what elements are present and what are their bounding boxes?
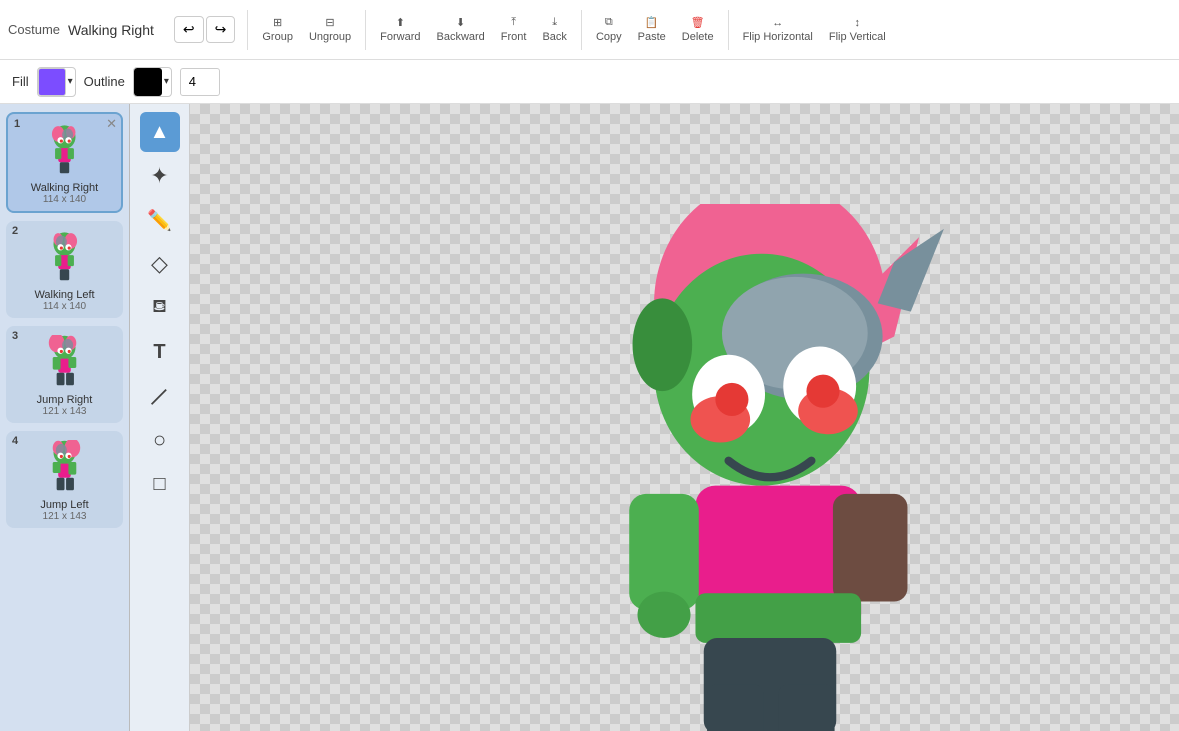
costume-name-1: Walking Right	[31, 182, 98, 194]
select-tool-button[interactable]: ▲	[140, 112, 180, 152]
costume-item-3[interactable]: 3 Jump Right	[6, 326, 123, 423]
backward-button[interactable]: ⬇ Backward	[430, 12, 490, 47]
back-icon: ⤓	[552, 16, 557, 29]
front-button[interactable]: ⤒ Front	[495, 12, 533, 47]
circle-tool-button[interactable]: ○	[140, 420, 180, 460]
fill-icon: ⛾	[152, 296, 167, 320]
paste-icon: 📋	[645, 16, 659, 29]
back-label: Back	[542, 31, 566, 43]
main-area: 1 ✕ Walking R	[0, 104, 1179, 731]
fill-label: Fill	[12, 74, 29, 89]
eraser-tool-button[interactable]: ◇	[140, 244, 180, 284]
sep1	[247, 10, 248, 50]
outline-width-input[interactable]	[180, 68, 220, 96]
sprite-container	[580, 204, 960, 731]
costume-size-4: 121 x 143	[43, 511, 87, 522]
flip-h-label: Flip Horizontal	[743, 31, 813, 43]
line-icon: |	[148, 385, 170, 407]
costume-name: Walking Right	[68, 22, 154, 38]
sep4	[728, 10, 729, 50]
fill-control: ▾	[37, 67, 76, 97]
fill-tool-button[interactable]: ⛾	[140, 288, 180, 328]
costume-thumb-2	[35, 227, 95, 287]
forward-button[interactable]: ⬆ Forward	[374, 12, 426, 47]
flip-h-icon: ↔	[772, 17, 783, 29]
select-icon: ▲	[150, 121, 170, 144]
forward-label: Forward	[380, 31, 420, 43]
backward-icon: ⬇	[456, 16, 465, 29]
paste-button[interactable]: 📋 Paste	[632, 12, 672, 47]
line-tool-button[interactable]: |	[140, 376, 180, 416]
costume-size-2: 114 x 140	[43, 301, 86, 312]
flip-v-icon: ↕	[855, 17, 861, 29]
main-toolbar: Costume Walking Right ↩ ↪ ⊞ Group ⊟ Ungr…	[0, 0, 1179, 60]
rect-icon: □	[153, 473, 165, 496]
costume-name-4: Jump Left	[40, 499, 88, 511]
redo-button[interactable]: ↪	[206, 16, 236, 43]
delete-label: Delete	[682, 31, 714, 43]
costume-item-2[interactable]: 2 Walking Left 114 x 140	[6, 221, 123, 318]
brush-tool-button[interactable]: ✏️	[140, 200, 180, 240]
front-label: Front	[501, 31, 527, 43]
paste-label: Paste	[638, 31, 666, 43]
ungroup-label: Ungroup	[309, 31, 351, 43]
delete-icon: 🗑	[691, 16, 705, 29]
ungroup-icon: ⊟	[325, 16, 334, 29]
text-tool-button[interactable]: T	[140, 332, 180, 372]
undo-redo-group: ↩ ↪	[174, 16, 235, 43]
costume-size-3: 121 x 143	[43, 406, 87, 417]
text-icon: T	[153, 341, 165, 364]
eraser-icon: ◇	[151, 251, 168, 277]
costume-thumb-3	[35, 332, 95, 392]
main-sprite	[580, 204, 960, 731]
flip-v-label: Flip Vertical	[829, 31, 886, 43]
ungroup-button[interactable]: ⊟ Ungroup	[303, 12, 357, 47]
outline-dropdown-arrow[interactable]: ▾	[162, 76, 171, 87]
costume-size-1: 114 x 140	[43, 194, 86, 205]
undo-button[interactable]: ↩	[174, 16, 204, 43]
group-label: Group	[262, 31, 293, 43]
format-toolbar: Fill ▾ Outline ▾	[0, 60, 1179, 104]
outline-control: ▾	[133, 67, 172, 97]
outline-label: Outline	[84, 74, 125, 89]
costumes-panel: 1 ✕ Walking R	[0, 104, 130, 731]
costume-delete-1[interactable]: ✕	[106, 116, 117, 132]
brush-icon: ✏️	[147, 208, 172, 233]
sep2	[365, 10, 366, 50]
costume-thumb-4	[35, 437, 95, 497]
costume-name-3: Jump Right	[37, 394, 93, 406]
copy-button[interactable]: ⧉ Copy	[590, 12, 628, 47]
group-icon: ⊞	[273, 16, 282, 29]
copy-label: Copy	[596, 31, 622, 43]
backward-label: Backward	[436, 31, 484, 43]
rect-tool-button[interactable]: □	[140, 464, 180, 504]
reshape-tool-button[interactable]: ✦	[140, 156, 180, 196]
group-button[interactable]: ⊞ Group	[256, 12, 299, 47]
costume-thumb-1	[35, 120, 95, 180]
flip-vertical-button[interactable]: ↕ Flip Vertical	[823, 13, 892, 47]
fill-dropdown-arrow[interactable]: ▾	[66, 76, 75, 87]
costume-label: Costume	[8, 22, 60, 37]
sep3	[581, 10, 582, 50]
flip-horizontal-button[interactable]: ↔ Flip Horizontal	[737, 13, 819, 47]
reshape-icon: ✦	[150, 163, 168, 189]
circle-icon: ○	[153, 427, 166, 453]
costume-name-2: Walking Left	[34, 289, 94, 301]
copy-icon: ⧉	[605, 16, 613, 29]
outline-swatch[interactable]	[134, 68, 162, 96]
costume-item-1[interactable]: 1 ✕ Walking R	[6, 112, 123, 213]
canvas-area[interactable]	[190, 104, 1179, 731]
back-button[interactable]: ⤓ Back	[536, 12, 572, 47]
front-icon: ⤒	[511, 16, 516, 29]
costume-item-4[interactable]: 4 Jump Left 1	[6, 431, 123, 528]
forward-icon: ⬆	[396, 16, 405, 29]
tools-panel: ▲ ✦ ✏️ ◇ ⛾ T | ○ □	[130, 104, 190, 731]
delete-button[interactable]: 🗑 Delete	[676, 12, 720, 47]
fill-swatch[interactable]	[38, 68, 66, 96]
